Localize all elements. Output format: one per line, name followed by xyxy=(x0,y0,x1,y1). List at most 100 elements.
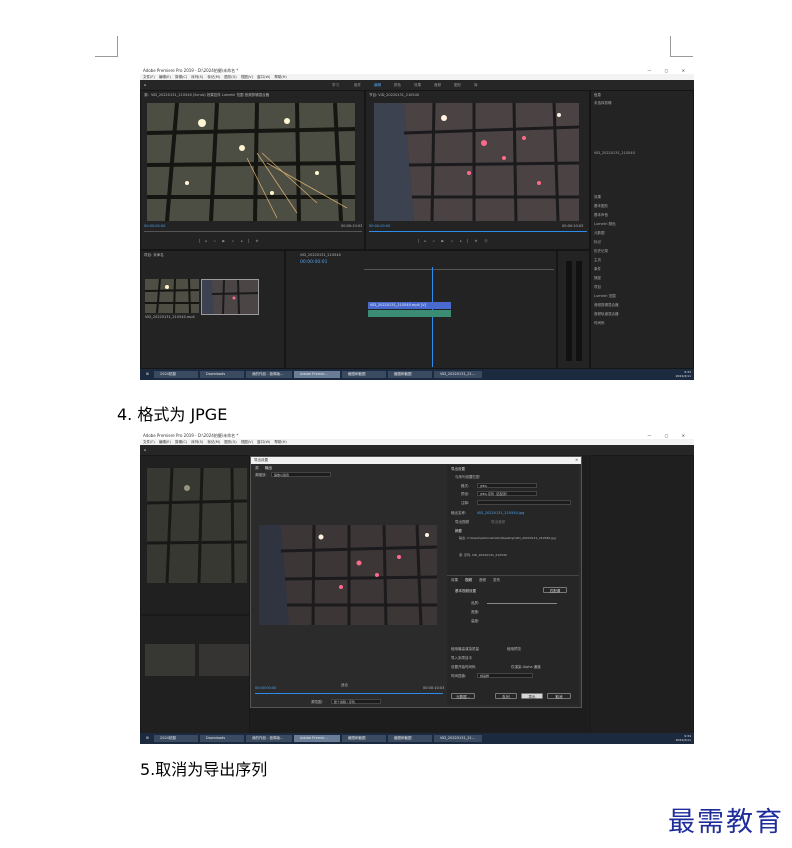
taskbar-item-6[interactable]: VID_20220131_21... xyxy=(434,371,482,378)
menu-file-2[interactable]: 文件(F) xyxy=(143,440,155,444)
panel-events[interactable]: 事件 xyxy=(594,267,601,272)
menu-marker-2[interactable]: 标记(M) xyxy=(207,440,220,444)
export-timecode-in[interactable]: 00:00:00:00 xyxy=(255,686,276,690)
menu-graphics-2[interactable]: 图形(G) xyxy=(224,440,236,444)
media-thumbnail[interactable] xyxy=(144,278,200,314)
export-range-bar[interactable] xyxy=(255,693,443,694)
program-timecode[interactable]: 00:00:00:00 xyxy=(369,224,390,228)
source-scaling-select[interactable]: 缩放以适合 xyxy=(271,472,331,477)
home-icon[interactable]: ⌂ xyxy=(144,83,146,87)
preset-select[interactable]: JPEG 序列（匹配源） xyxy=(477,491,537,496)
workspace-edit[interactable]: 编辑 xyxy=(374,83,381,88)
timeline-tab[interactable]: VID_20220131_210540 xyxy=(300,253,341,257)
menu-sequence[interactable]: 序列(S) xyxy=(191,75,203,79)
menu-file[interactable]: 文件(F) xyxy=(143,75,155,79)
use-previews-checkbox[interactable]: 使用预览 xyxy=(507,647,521,652)
program-scrub-bar[interactable] xyxy=(369,231,587,232)
match-source-button[interactable]: 匹配源 xyxy=(543,587,567,593)
time-interpolation-select[interactable]: 帧采样 xyxy=(477,673,533,678)
audio-clip[interactable] xyxy=(368,310,451,317)
taskbar2-item-0[interactable]: 2024拍摄 xyxy=(154,735,198,742)
tab-effects[interactable]: 效果 xyxy=(451,578,458,583)
timeline-timecode[interactable]: 00:00:00:01 xyxy=(300,260,327,265)
video-clip[interactable]: VID_20220131_210540.mp4 [V] xyxy=(368,302,451,309)
menu-help-2[interactable]: 帮助(H) xyxy=(274,440,286,444)
menu-window-2[interactable]: 窗口(W) xyxy=(257,440,270,444)
panel-timecode[interactable]: 时间码 xyxy=(594,321,605,326)
program-transport-controls[interactable]: ▏◂ ◃ ▶ ▹ ▸▕ ⊕ ⎘ xyxy=(418,239,491,243)
menu-marker[interactable]: 标记(M) xyxy=(207,75,220,79)
timeline-ruler[interactable] xyxy=(364,269,554,270)
taskbar-item-1[interactable]: Downloads xyxy=(200,371,244,378)
project-panel-tab[interactable]: 项目: 未命名 xyxy=(144,253,164,258)
workspace-graphics[interactable]: 图形 xyxy=(454,83,461,88)
system-tray-clock[interactable]: 9:33 2022/2/11 xyxy=(676,370,691,378)
sequence-thumbnail[interactable] xyxy=(201,279,259,315)
window-controls-2[interactable]: — ▢ ✕ xyxy=(647,432,691,439)
queue-button[interactable]: 队列 xyxy=(495,693,517,699)
taskbar-item-0[interactable]: 2024拍摄 xyxy=(154,371,198,378)
set-start-timecode-checkbox[interactable]: 设置开始时间码 xyxy=(451,665,476,670)
program-monitor-tab[interactable]: 节目: VID_20220131_210540 xyxy=(369,93,419,98)
format-select[interactable]: JPEG xyxy=(477,483,537,488)
taskbar2-item-3[interactable]: Adobe Premie... xyxy=(294,735,340,742)
comments-input[interactable] xyxy=(477,500,571,505)
playhead[interactable] xyxy=(432,267,433,367)
panel-lumetri-color[interactable]: Lumetri 颜色 xyxy=(594,222,616,227)
export-audio-checkbox[interactable]: 导出音频 xyxy=(491,520,505,525)
taskbar2-item-1[interactable]: Downloads xyxy=(200,735,244,742)
panel-history[interactable]: 历史记录 xyxy=(594,249,608,254)
system-tray-clock-2[interactable]: 9:34 2022/2/11 xyxy=(676,734,691,742)
menu-view[interactable]: 视图(V) xyxy=(241,75,253,79)
panel-home[interactable]: 主页 xyxy=(594,258,601,263)
panel-essential-sound[interactable]: 基本声音 xyxy=(594,213,608,218)
source-range-select[interactable]: 整个剪辑 / 序列 xyxy=(331,699,381,704)
source-transport-controls[interactable]: ▏◂ ◃ ▶ ▹ ▸▕ ⊕ xyxy=(199,239,262,243)
taskbar-item-3[interactable]: Adobe Premie... xyxy=(294,371,340,378)
panel-capture[interactable]: 捕捉 xyxy=(594,276,601,281)
quality-slider[interactable] xyxy=(487,603,557,604)
workspace-color[interactable]: 颜色 xyxy=(394,83,401,88)
tab-audio[interactable]: 音频 xyxy=(479,578,486,583)
taskbar-item-5[interactable]: 截图和截图 xyxy=(388,371,432,378)
panel-audio-track-mixer[interactable]: 音频轨道混合器 xyxy=(594,312,619,317)
output-name-link[interactable]: VID_20220131_210540.jpg xyxy=(477,511,524,515)
taskbar-item-4[interactable]: 截图和截图 xyxy=(342,371,386,378)
cancel-button[interactable]: 取消 xyxy=(547,693,571,699)
tab-publish[interactable]: 发布 xyxy=(493,578,500,583)
max-render-quality-checkbox[interactable]: 使用最高渲染质量 xyxy=(451,647,479,652)
tab-source[interactable]: 源 xyxy=(255,466,259,471)
tab-output[interactable]: 输出 xyxy=(265,466,272,471)
panel-project[interactable]: 项目 xyxy=(594,285,601,290)
taskbar-item-2[interactable]: 我的作品 - 极简版... xyxy=(246,371,292,378)
import-to-project-checkbox[interactable]: 导入到项目中 xyxy=(451,656,472,661)
tab-video[interactable]: 视频 xyxy=(465,578,472,583)
menu-window[interactable]: 窗口(W) xyxy=(257,75,270,79)
menu-clip-2[interactable]: 剪辑(C) xyxy=(175,440,187,444)
panel-metadata[interactable]: 元数据 xyxy=(594,231,605,236)
workspace-learn[interactable]: 学习 xyxy=(332,83,339,88)
home-icon-2[interactable]: ⌂ xyxy=(144,448,146,452)
window-controls[interactable]: — ▢ ✕ xyxy=(647,67,691,74)
workspace-audio[interactable]: 音频 xyxy=(434,83,441,88)
menu-view-2[interactable]: 视图(V) xyxy=(241,440,253,444)
panel-lumetri-scopes[interactable]: Lumetri 范围 xyxy=(594,294,616,299)
panel-effects[interactable]: 效果 xyxy=(594,195,601,200)
menu-help[interactable]: 帮助(H) xyxy=(274,75,286,79)
menu-edit[interactable]: 编辑(E) xyxy=(159,75,171,79)
workspace-assembly[interactable]: 组件 xyxy=(354,83,361,88)
menu-edit-2[interactable]: 编辑(E) xyxy=(159,440,171,444)
match-sequence-checkbox[interactable]: 与序列设置匹配 xyxy=(455,475,480,480)
panel-audio-clip-mixer[interactable]: 音频剪辑混合器 xyxy=(594,303,619,308)
fit-select[interactable]: 适合 xyxy=(341,683,348,688)
workspace-effects[interactable]: 效果 xyxy=(414,83,421,88)
info-panel-title[interactable]: 信息 xyxy=(594,93,601,98)
start-icon[interactable]: ⊞ xyxy=(140,371,152,378)
render-alpha-checkbox[interactable]: 仅渲染 Alpha 通道 xyxy=(511,665,541,670)
taskbar2-item-2[interactable]: 我的作品 - 极简版... xyxy=(246,735,292,742)
source-timecode[interactable]: 00:00:00:00 xyxy=(144,224,165,228)
metadata-button[interactable]: 元数据... xyxy=(451,693,475,699)
workspace-libraries[interactable]: 库 xyxy=(474,83,478,88)
dialog-close-icon[interactable]: ✕ xyxy=(575,457,578,464)
start-icon-2[interactable]: ⊞ xyxy=(140,735,152,742)
